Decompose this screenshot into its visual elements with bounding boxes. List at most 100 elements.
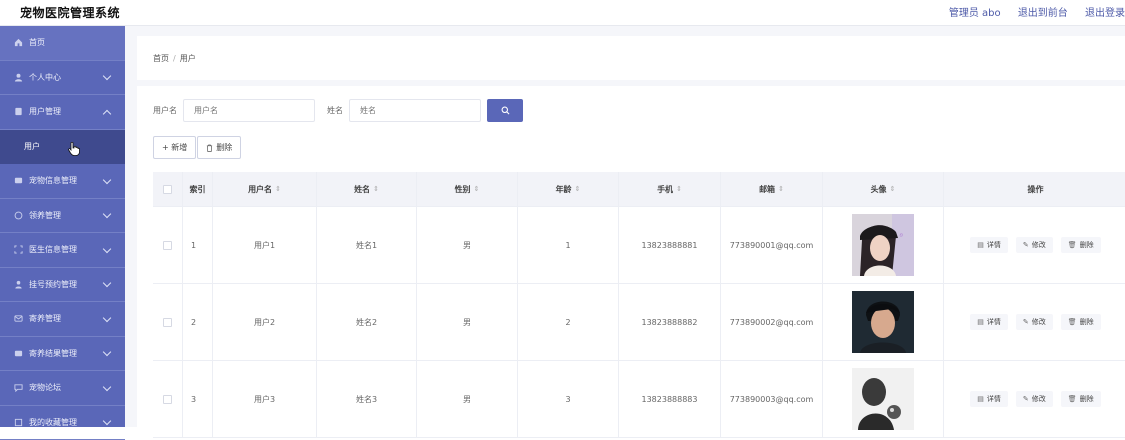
header-ops-label: 操作 (1028, 184, 1044, 195)
row-select-cell (153, 361, 183, 437)
sort-icon[interactable]: ⇕ (275, 185, 281, 193)
header-age-label: 年龄 (556, 184, 572, 195)
detail-button-label: 详情 (987, 394, 1001, 404)
breadcrumb-separator: / (173, 54, 176, 63)
sidebar-item-personal-center[interactable]: 个人中心 (0, 61, 125, 96)
foster-icon (14, 314, 23, 323)
sort-icon[interactable]: ⇕ (474, 185, 480, 193)
chevron-down-icon (103, 210, 111, 218)
sidebar-item-doctor-info[interactable]: 医生信息管理 (0, 233, 125, 268)
avatar[interactable] (852, 368, 914, 430)
search-button[interactable] (487, 99, 523, 122)
header-username-label: 用户名 (248, 184, 272, 195)
header-phone[interactable]: 手机⇕ (619, 172, 721, 206)
sort-icon[interactable]: ⇕ (575, 185, 581, 193)
header-email-label: 邮箱 (759, 184, 775, 195)
sidebar-item-label: 领养管理 (29, 210, 61, 221)
avatar[interactable] (852, 291, 914, 353)
cell-ops: ▤详情 ✎修改 🗑删除 (944, 207, 1125, 283)
avatar[interactable]: e (852, 214, 914, 276)
row-delete-button-label: 删除 (1080, 240, 1094, 250)
cell-index: 2 (183, 284, 213, 360)
row-delete-button[interactable]: 🗑删除 (1061, 314, 1101, 330)
sidebar-item-label: 挂号预约管理 (29, 279, 77, 290)
table-header: 索引 用户名⇕ 姓名⇕ 性别⇕ 年龄⇕ 手机⇕ 邮箱⇕ 头像⇕ 操作 (153, 172, 1125, 207)
name-label: 姓名 (327, 105, 343, 116)
logout-link[interactable]: 退出登录 (1085, 8, 1125, 19)
search-form: 用户名 姓名 (153, 99, 523, 122)
detail-button[interactable]: ▤详情 (970, 237, 1008, 253)
sidebar-item-adoption[interactable]: 领养管理 (0, 199, 125, 234)
sidebar-item-forum[interactable]: 宠物论坛 (0, 371, 125, 406)
sidebar-item-foster[interactable]: 寄养管理 (0, 302, 125, 337)
favorite-icon (14, 418, 23, 427)
cell-username: 用户2 (213, 284, 317, 360)
row-checkbox[interactable] (163, 395, 172, 404)
sort-icon[interactable]: ⇕ (778, 185, 784, 193)
row-checkbox[interactable] (163, 241, 172, 250)
header-age[interactable]: 年龄⇕ (518, 172, 619, 206)
add-button[interactable]: + 新增 (153, 136, 196, 159)
row-select-cell (153, 284, 183, 360)
edit-button[interactable]: ✎修改 (1016, 314, 1053, 330)
edit-icon: ✎ (1023, 318, 1029, 326)
row-checkbox[interactable] (163, 318, 172, 327)
admin-user-label[interactable]: 管理员 abo (949, 8, 1001, 19)
breadcrumb-home[interactable]: 首页 (153, 54, 169, 63)
username-search-input[interactable] (183, 99, 315, 122)
sidebar-subitem-user[interactable]: 用户 (0, 130, 125, 165)
sidebar-item-pet-info[interactable]: 宠物信息管理 (0, 164, 125, 199)
row-delete-button[interactable]: 🗑删除 (1061, 237, 1101, 253)
detail-icon: ▤ (977, 241, 984, 249)
cell-gender: 男 (417, 361, 518, 437)
user-icon (14, 73, 23, 82)
pet-icon (14, 176, 23, 185)
edit-button-label: 修改 (1032, 240, 1046, 250)
chevron-down-icon (103, 383, 111, 391)
name-search-input[interactable] (349, 99, 481, 122)
cell-index: 1 (183, 207, 213, 283)
detail-button-label: 详情 (987, 317, 1001, 327)
header-name-label: 姓名 (354, 184, 370, 195)
sidebar-item-user-management[interactable]: 用户管理 (0, 95, 125, 130)
back-to-frontend-link[interactable]: 退出到前台 (1018, 8, 1068, 19)
row-select-cell (153, 207, 183, 283)
users-icon (14, 107, 23, 116)
header-email[interactable]: 邮箱⇕ (721, 172, 823, 206)
sidebar-item-foster-result[interactable]: 寄养结果管理 (0, 337, 125, 372)
delete-button[interactable]: 删除 (197, 136, 241, 159)
cell-phone: 13823888883 (619, 361, 721, 437)
detail-button[interactable]: ▤详情 (970, 391, 1008, 407)
edit-button[interactable]: ✎修改 (1016, 237, 1053, 253)
detail-button[interactable]: ▤详情 (970, 314, 1008, 330)
header-avatar-label: 头像 (871, 184, 887, 195)
sidebar-item-label: 医生信息管理 (29, 244, 77, 255)
hand-cursor-icon (68, 142, 80, 156)
cell-email: 773890002@qq.com (721, 284, 823, 360)
select-all-checkbox[interactable] (163, 185, 172, 194)
chevron-down-icon (103, 245, 111, 253)
row-delete-button-label: 删除 (1080, 317, 1094, 327)
sort-icon[interactable]: ⇕ (676, 185, 682, 193)
header-username[interactable]: 用户名⇕ (213, 172, 317, 206)
header-index-label: 索引 (190, 184, 206, 195)
sort-icon[interactable]: ⇕ (890, 185, 896, 193)
sidebar-item-home[interactable]: 首页 (0, 26, 125, 61)
trash-icon: 🗑 (1068, 395, 1077, 403)
cell-phone: 13823888881 (619, 207, 721, 283)
sidebar-item-appointment[interactable]: 挂号预约管理 (0, 268, 125, 303)
cell-index: 3 (183, 361, 213, 437)
sidebar-item-label: 首页 (29, 37, 45, 48)
cell-age: 1 (518, 207, 619, 283)
sidebar-item-label: 我的收藏管理 (29, 417, 77, 428)
header-gender[interactable]: 性别⇕ (417, 172, 518, 206)
sidebar-item-label: 寄养管理 (29, 313, 61, 324)
edit-button[interactable]: ✎修改 (1016, 391, 1053, 407)
edit-button-label: 修改 (1032, 394, 1046, 404)
sidebar-item-favorites[interactable]: 我的收藏管理 (0, 406, 125, 440)
row-delete-button[interactable]: 🗑删除 (1061, 391, 1101, 407)
header-avatar[interactable]: 头像⇕ (823, 172, 944, 206)
header-name[interactable]: 姓名⇕ (317, 172, 417, 206)
sidebar-item-label: 用户管理 (29, 106, 61, 117)
sort-icon[interactable]: ⇕ (373, 185, 379, 193)
